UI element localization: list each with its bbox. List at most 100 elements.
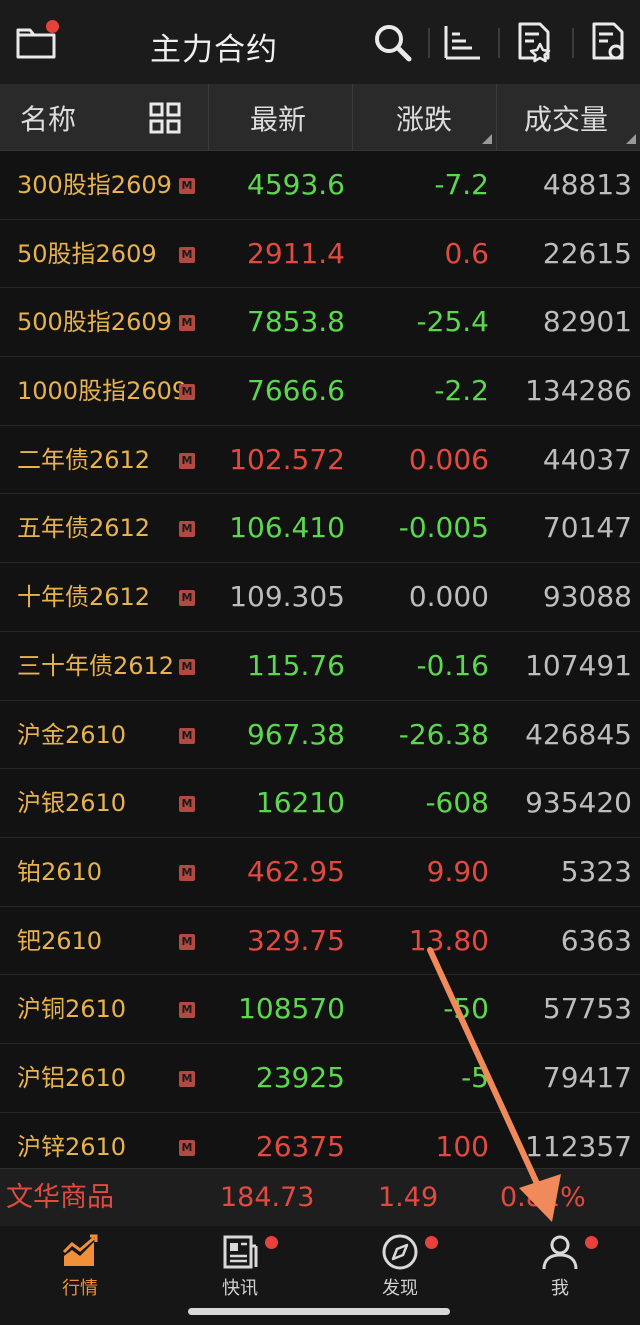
grid-layout-icon[interactable] — [148, 84, 182, 151]
contract-row[interactable]: 沪铜2610 M 108570 -50 57753 — [0, 975, 640, 1044]
notification-dot — [585, 1236, 598, 1249]
divider — [572, 28, 574, 58]
home-indicator[interactable] — [188, 1308, 450, 1315]
last-price: 967.38 — [247, 717, 345, 751]
contract-row[interactable]: 五年债2612 M 106.410 -0.005 70147 — [0, 494, 640, 564]
main-contract-badge: M — [179, 864, 195, 881]
sort-indicator-icon — [626, 134, 636, 144]
notification-dot — [265, 1236, 278, 1249]
header-last[interactable]: 最新 — [250, 84, 306, 151]
price-change: 9.90 — [426, 854, 489, 888]
price-change: -25.4 — [416, 305, 489, 339]
main-contract-badge: M — [179, 1002, 195, 1019]
contract-name: 沪银2610 — [17, 789, 127, 818]
compass-icon — [382, 1234, 418, 1270]
divider — [352, 84, 353, 151]
main-contract-badge: M — [179, 315, 195, 332]
volume: 48813 — [542, 168, 632, 201]
contract-name: 沪铝2610 — [17, 1063, 127, 1092]
main-contract-badge: M — [179, 796, 195, 813]
sort-list-icon[interactable] — [440, 20, 484, 64]
header-volume[interactable]: 成交量 — [524, 84, 608, 151]
settings-doc-icon[interactable] — [586, 20, 630, 64]
tab-news[interactable]: 快讯 — [180, 1232, 300, 1302]
volume: 93088 — [542, 580, 632, 614]
main-contract-badge: M — [179, 590, 195, 607]
page-title: 主力合约 — [150, 32, 278, 68]
header-change[interactable]: 涨跌 — [396, 84, 452, 151]
contract-row[interactable]: 300股指2609 M 4593.6 -7.2 48813 — [0, 151, 640, 220]
user-icon — [542, 1235, 578, 1270]
top-bar: 主力合约 — [0, 0, 640, 84]
main-contract-badge: M — [179, 933, 195, 950]
price-change: -2.2 — [434, 374, 489, 408]
price-change: -26.38 — [398, 717, 489, 751]
price-change: 0.000 — [408, 580, 489, 614]
main-contract-badge: M — [179, 1139, 195, 1156]
index-ticker[interactable]: 文华商品 184.73 1.49 0.81% — [0, 1168, 640, 1226]
price-change: -7.2 — [434, 168, 489, 201]
last-price: 4593.6 — [247, 168, 345, 201]
price-change: -5 — [461, 1060, 489, 1094]
divider — [208, 84, 209, 151]
market-chart-icon — [62, 1234, 98, 1266]
contract-row[interactable]: 钯2610 M 329.75 13.80 6363 — [0, 907, 640, 976]
volume: 79417 — [542, 1060, 632, 1094]
last-price: 115.76 — [247, 648, 345, 682]
volume: 82901 — [542, 305, 632, 339]
contract-name: 十年债2612 — [17, 583, 151, 612]
contract-name: 50股指2609 — [17, 239, 157, 268]
last-price: 108570 — [238, 992, 345, 1026]
last-price: 109.305 — [229, 580, 345, 614]
last-price: 23925 — [255, 1060, 345, 1094]
ticker-percent: 0.81% — [500, 1182, 586, 1213]
favorite-doc-icon[interactable] — [512, 20, 556, 64]
contract-row[interactable]: 铂2610 M 462.95 9.90 5323 — [0, 838, 640, 907]
tab-label: 行情 — [62, 1278, 98, 1299]
search-icon[interactable] — [370, 20, 414, 64]
volume: 70147 — [542, 511, 632, 545]
tab-me[interactable]: 我 — [500, 1232, 620, 1302]
main-contract-badge: M — [179, 246, 195, 263]
last-price: 102.572 — [229, 442, 345, 476]
price-change: 0.006 — [408, 442, 489, 476]
main-contract-badge: M — [179, 1070, 195, 1087]
column-header: 名称 最新 涨跌 成交量 — [0, 84, 640, 151]
last-price: 462.95 — [247, 854, 345, 888]
contract-row[interactable]: 1000股指2609 M 7666.6 -2.2 134286 — [0, 357, 640, 426]
contract-row[interactable]: 二年债2612 M 102.572 0.006 44037 — [0, 426, 640, 495]
contract-name: 铂2610 — [17, 857, 103, 886]
contract-name: 1000股指2609 — [17, 377, 188, 406]
ticker-name: 文华商品 — [6, 1182, 114, 1213]
tab-label: 发现 — [382, 1278, 418, 1299]
price-change: 0.6 — [444, 236, 489, 270]
contract-row[interactable]: 三十年债2612 M 115.76 -0.16 107491 — [0, 632, 640, 701]
tab-discover[interactable]: 发现 — [340, 1232, 460, 1302]
contract-row[interactable]: 50股指2609 M 2911.4 0.6 22615 — [0, 220, 640, 289]
price-change: -608 — [425, 786, 489, 820]
last-price: 329.75 — [247, 923, 345, 957]
contract-row[interactable]: 沪铝2610 M 23925 -5 79417 — [0, 1044, 640, 1113]
contract-row[interactable]: 沪银2610 M 16210 -608 935420 — [0, 769, 640, 838]
contract-row[interactable]: 十年债2612 M 109.305 0.000 93088 — [0, 563, 640, 632]
contract-row[interactable]: 沪金2610 M 967.38 -26.38 426845 — [0, 701, 640, 770]
main-contract-badge: M — [179, 178, 195, 194]
last-price: 106.410 — [229, 511, 345, 545]
notification-dot — [46, 20, 59, 33]
contract-list: 300股指2609 M 4593.6 -7.2 48813 50股指2609 M 2911.4… — [0, 151, 640, 1182]
contract-name: 五年债2612 — [17, 514, 151, 543]
contract-name: 沪铜2610 — [17, 995, 127, 1024]
main-contract-badge: M — [179, 384, 195, 401]
notification-dot — [425, 1236, 438, 1249]
main-contract-badge: M — [179, 727, 195, 744]
contract-row[interactable]: 500股指2609 M 7853.8 -25.4 82901 — [0, 288, 640, 358]
last-price: 16210 — [255, 786, 345, 820]
header-name[interactable]: 名称 — [20, 84, 76, 151]
contract-name: 500股指2609 — [17, 308, 172, 337]
news-icon — [223, 1235, 258, 1269]
tab-market[interactable]: 行情 — [20, 1232, 140, 1302]
divider — [496, 84, 497, 151]
last-price: 7853.8 — [247, 305, 345, 339]
volume: 57753 — [542, 992, 632, 1026]
volume: 22615 — [542, 236, 632, 270]
